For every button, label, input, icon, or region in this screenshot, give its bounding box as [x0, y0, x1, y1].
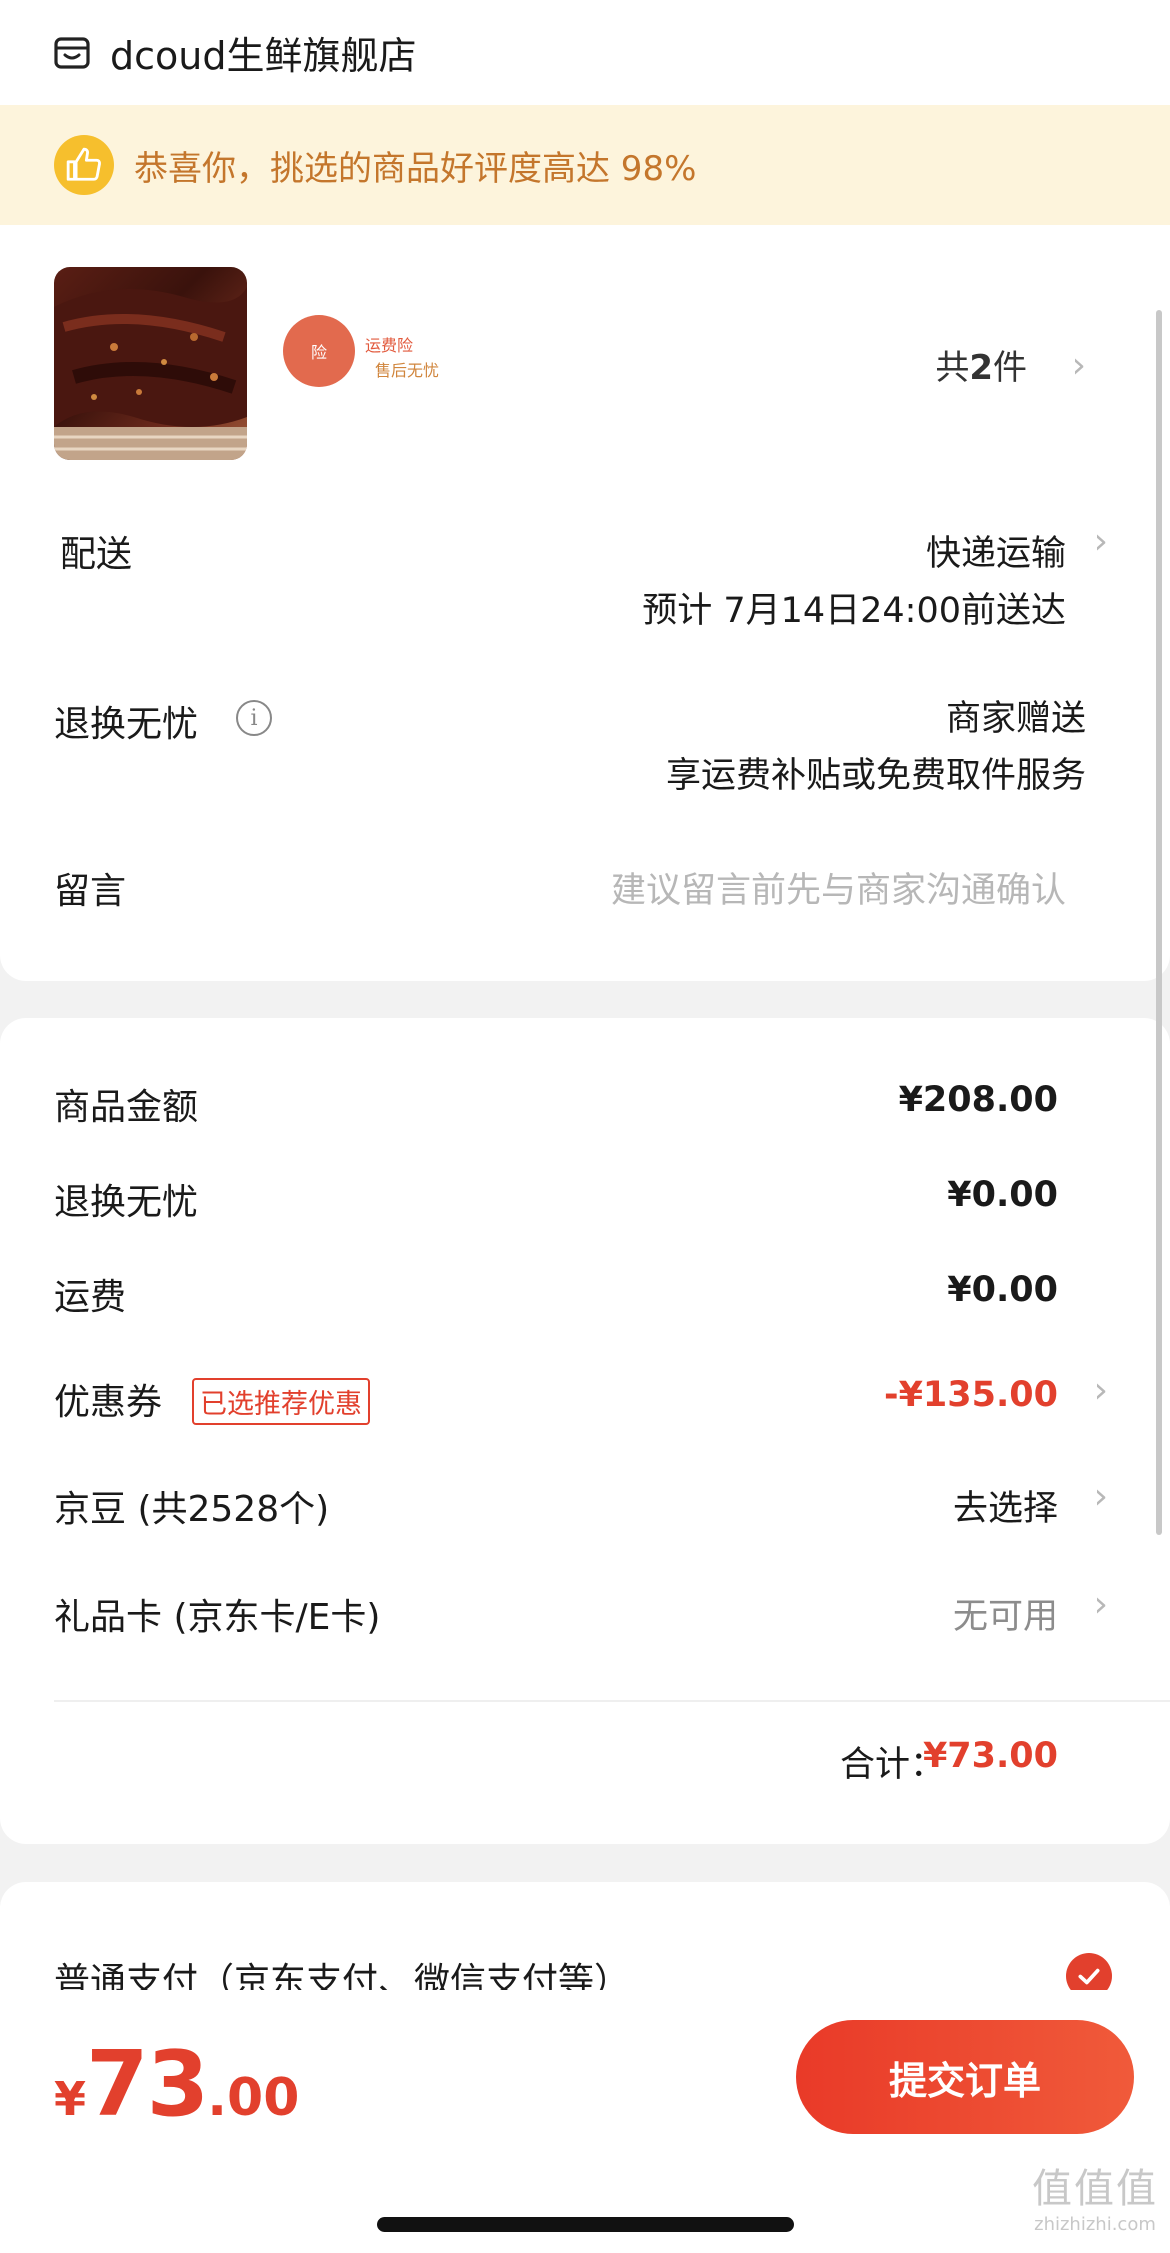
chevron-right-icon[interactable]: › — [1094, 521, 1108, 562]
coupon-selected-tag: 已选推荐优惠 — [192, 1378, 370, 1425]
chevron-right-icon[interactable]: › — [1094, 1476, 1108, 1517]
checkout-bar: ¥73.00 提交订单 — [0, 1990, 1170, 2253]
store-header[interactable]: dcoud生鲜旗舰店 — [0, 0, 1170, 105]
jd-beans-label: 京豆 (共2528个) — [54, 1489, 330, 1530]
total-value: ¥73.00 — [922, 1736, 1058, 1776]
store-name: dcoud生鲜旗舰店 — [110, 34, 417, 78]
jd-beans-value[interactable]: 去选择 — [953, 1480, 1058, 1531]
returns-line-1: 商家赠送 — [945, 699, 1086, 739]
chevron-right-icon[interactable]: › — [1072, 345, 1086, 386]
divider — [54, 1700, 1170, 1702]
coupon-label: 优惠券 — [54, 1382, 163, 1423]
store-icon — [54, 36, 90, 69]
message-label: 留言 — [54, 871, 127, 912]
freight-insurance-badge: 险 — [283, 315, 355, 387]
returns-label: 退换无忧 — [54, 704, 199, 745]
badge-label-2: 售后无忧 — [375, 361, 440, 380]
goods-amount-label: 商品金额 — [54, 1087, 199, 1128]
watermark: 值值值 zhizhizhi.com — [1032, 2166, 1158, 2235]
praise-banner: 恭喜你，挑选的商品好评度高达 98% — [0, 105, 1170, 225]
home-indicator[interactable] — [377, 2217, 794, 2232]
goods-amount-value: ¥208.00 — [898, 1080, 1058, 1120]
coupon-value[interactable]: -¥135.00 — [884, 1375, 1058, 1415]
shipping-value: ¥0.00 — [947, 1270, 1058, 1310]
shipping-label: 运费 — [54, 1277, 127, 1318]
price-summary-card: 商品金额 ¥208.00 退换无忧 ¥0.00 运费 ¥0.00 优惠券 已选推… — [0, 1018, 1170, 1844]
chevron-right-icon[interactable]: › — [1094, 1584, 1108, 1625]
delivery-label: 配送 — [60, 534, 133, 575]
pay-amount: ¥73.00 — [54, 2032, 300, 2137]
scrollbar[interactable] — [1156, 310, 1162, 1535]
gift-card-label: 礼品卡 (京东卡/E卡) — [54, 1597, 381, 1638]
returns-fee-label: 退换无忧 — [54, 1182, 199, 1223]
product-image[interactable] — [54, 267, 247, 460]
banner-text: 恭喜你，挑选的商品好评度高达 98% — [134, 148, 697, 189]
gift-card-value[interactable]: 无可用 — [953, 1588, 1058, 1639]
item-count[interactable]: 共2件 — [935, 340, 1027, 389]
delivery-method[interactable]: 快递运输 — [926, 525, 1066, 576]
thumbs-up-icon — [54, 135, 114, 195]
returns-line-2: 享运费补贴或免费取件服务 — [665, 756, 1086, 796]
chevron-right-icon[interactable]: › — [1094, 1370, 1108, 1411]
info-icon[interactable]: i — [236, 700, 272, 736]
submit-order-button[interactable]: 提交订单 — [796, 2020, 1134, 2134]
message-input[interactable]: 建议留言前先与商家沟通确认 — [611, 862, 1066, 913]
delivery-eta: 预计 7月14日24:00前送达 — [642, 591, 1066, 631]
badge-label-1: 运费险 — [365, 336, 414, 355]
order-detail-card: 险 运费险 售后无忧 共2件 › 配送 快递运输 › 预计 7月14日24:00… — [0, 225, 1170, 981]
returns-fee-value: ¥0.00 — [947, 1175, 1058, 1215]
